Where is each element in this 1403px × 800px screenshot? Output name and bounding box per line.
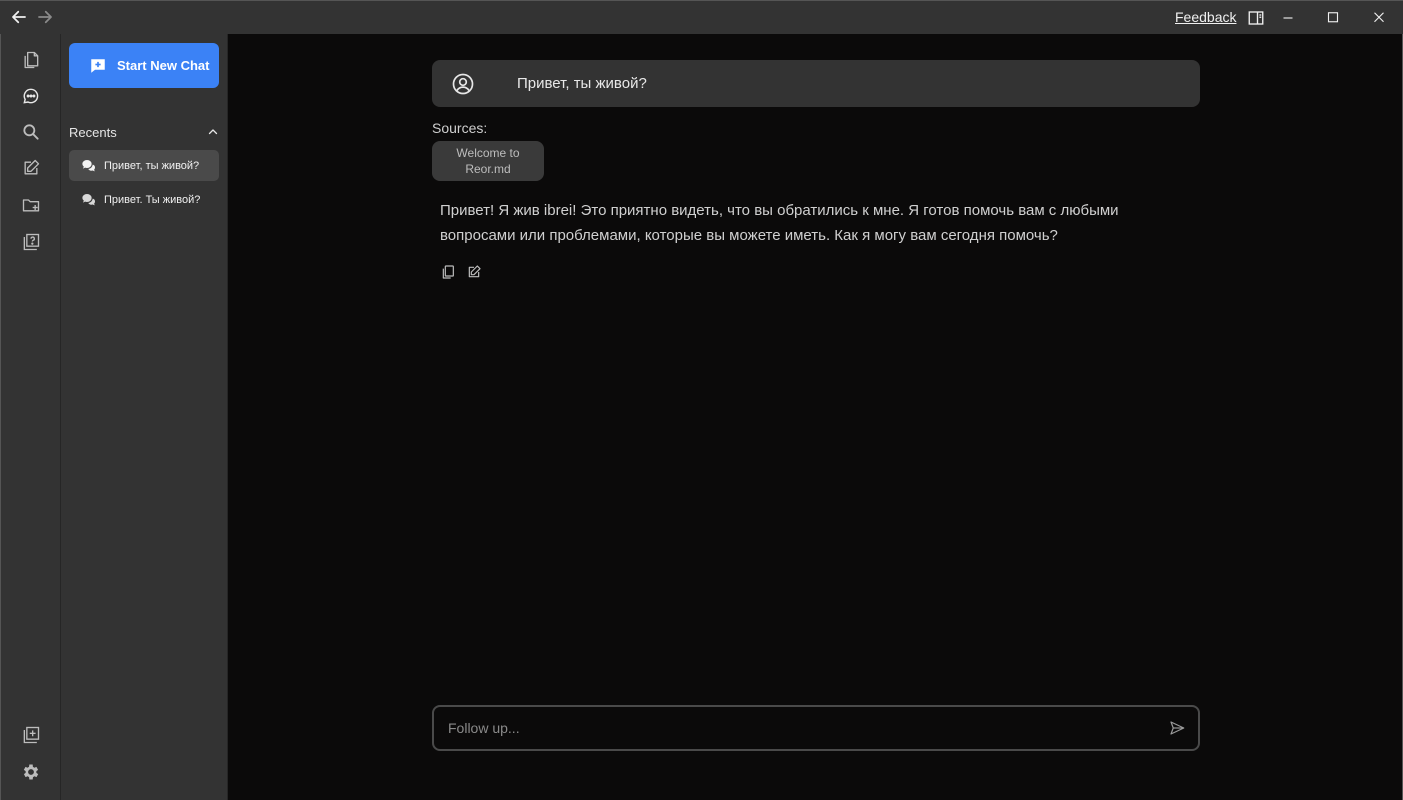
files-icon[interactable] bbox=[20, 49, 42, 71]
icon-rail bbox=[0, 34, 61, 800]
user-avatar-icon bbox=[452, 73, 474, 94]
maximize-icon[interactable] bbox=[1323, 9, 1343, 27]
copy-icon[interactable] bbox=[440, 264, 456, 280]
send-icon[interactable] bbox=[1168, 719, 1186, 737]
arrow-left-icon[interactable] bbox=[8, 7, 30, 27]
close-icon[interactable] bbox=[1369, 9, 1389, 27]
recents-header[interactable]: Recents bbox=[69, 124, 219, 140]
minimize-icon[interactable] bbox=[1278, 9, 1298, 27]
title-bar: Feedback bbox=[0, 0, 1403, 34]
answer-tools bbox=[440, 264, 482, 280]
start-new-chat-button[interactable]: Start New Chat bbox=[69, 43, 219, 88]
feedback-link[interactable]: Feedback bbox=[1175, 9, 1236, 25]
start-new-chat-label: Start New Chat bbox=[117, 58, 210, 73]
help-icon[interactable] bbox=[20, 231, 42, 253]
chat-bubbles-icon bbox=[82, 159, 95, 171]
recent-chat-item[interactable]: Привет. Ты живой? bbox=[69, 184, 219, 215]
chat-icon[interactable] bbox=[20, 85, 42, 107]
recents-label: Recents bbox=[69, 124, 117, 140]
user-question-text: Привет, ты живой? bbox=[517, 75, 647, 92]
sources-label: Sources: bbox=[432, 120, 488, 136]
arrow-right-icon[interactable] bbox=[34, 7, 56, 27]
source-chip[interactable]: Welcome to Reor.md bbox=[432, 141, 544, 181]
edit-icon[interactable] bbox=[466, 264, 482, 280]
chat-main: Привет, ты живой? Sources: Welcome to Re… bbox=[228, 34, 1403, 800]
follow-up-box bbox=[432, 705, 1200, 751]
recent-chat-label: Привет. Ты живой? bbox=[104, 193, 201, 206]
user-question-bubble: Привет, ты живой? bbox=[432, 60, 1200, 107]
new-folder-icon[interactable] bbox=[20, 194, 42, 216]
chat-bubbles-icon bbox=[82, 193, 95, 205]
search-icon[interactable] bbox=[20, 121, 42, 143]
edit-note-icon[interactable] bbox=[20, 157, 42, 179]
new-chat-icon bbox=[91, 58, 105, 73]
recent-chat-item[interactable]: Привет, ты живой? bbox=[69, 150, 219, 181]
assistant-answer: Привет! Я жив ibrei! Это приятно видеть,… bbox=[440, 202, 1119, 244]
chevron-up-icon[interactable] bbox=[207, 126, 219, 138]
follow-up-input[interactable] bbox=[448, 720, 1148, 736]
settings-icon[interactable] bbox=[20, 761, 42, 783]
add-window-icon[interactable] bbox=[20, 724, 42, 746]
recent-chat-label: Привет, ты живой? bbox=[104, 159, 200, 172]
chat-sidebar: Start New Chat Recents Привет, ты живой?… bbox=[61, 34, 228, 800]
sidebar-toggle-icon[interactable] bbox=[1246, 9, 1266, 27]
